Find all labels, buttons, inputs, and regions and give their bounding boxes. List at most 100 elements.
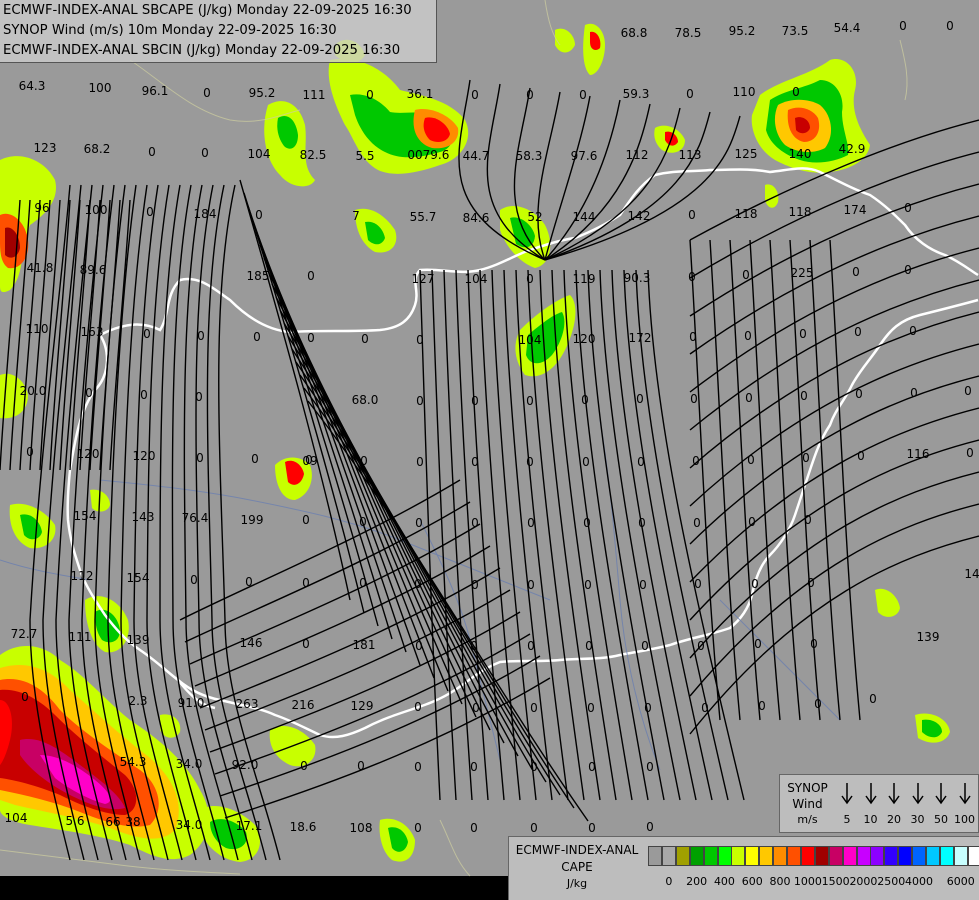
map-value-label: 0 <box>910 386 918 400</box>
map-value-label: 0 <box>688 208 696 222</box>
cape-color-swatch <box>912 846 927 866</box>
cape-color-swatch <box>661 846 676 866</box>
map-value-label: 58.3 <box>516 149 543 163</box>
map-value-label: 0 <box>415 516 423 530</box>
map-value-label: 34.0 <box>176 757 203 771</box>
map-value-label: 0 <box>579 88 587 102</box>
map-value-label: 0 <box>302 637 310 651</box>
map-value-label: 0 <box>583 516 591 530</box>
wind-arrow-icon <box>841 783 853 805</box>
map-value-label: 0 <box>855 387 863 401</box>
map-value-label: 181 <box>353 638 376 652</box>
map-value-label: 111 <box>303 88 326 102</box>
map-value-label: 0 <box>588 760 596 774</box>
wind-arrow-icon <box>864 783 877 805</box>
map-value-label: 73.5 <box>782 24 809 38</box>
title-sbcin: ECMWF-INDEX-ANAL SBCIN (J/kg) Monday 22-… <box>3 43 401 58</box>
map-value-label: 185 <box>247 269 270 283</box>
map-value-label: 0 <box>692 454 700 468</box>
title-box: ECMWF-INDEX-ANAL SBCAPE (J/kg) Monday 22… <box>0 0 437 63</box>
map-value-label: 0 <box>195 390 203 404</box>
map-value-label: 0 <box>639 578 647 592</box>
map-value-label: 82.5 <box>300 148 327 162</box>
map-value-label: 89.6 <box>80 263 107 277</box>
map-value-label: 0 <box>526 394 534 408</box>
map-value-label: 154 <box>74 509 97 523</box>
cape-color-swatch <box>828 846 843 866</box>
map-value-label: 66 <box>105 815 120 829</box>
cape-tick-label: 6000 <box>946 875 975 888</box>
map-value-label: 0 <box>686 87 694 101</box>
map-value-label: 0 <box>758 699 766 713</box>
map-value-label: 0 <box>909 324 917 338</box>
map-value-label: 0 <box>748 515 756 529</box>
cape-tick-label: 0 <box>665 875 673 888</box>
map-value-label: 09 <box>302 454 317 468</box>
cape-legend-unit: J/kg <box>566 877 588 890</box>
map-value-label: 0 <box>854 325 862 339</box>
map-value-label: 0 <box>471 88 479 102</box>
synop-legend-title: SYNOP <box>787 781 828 795</box>
map-value-label: 0 <box>792 85 800 99</box>
map-value-label: 111 <box>69 630 92 644</box>
map-value-label: 110 <box>26 322 49 336</box>
map-value-label: 0 <box>852 265 860 279</box>
map-value-label: 38 <box>125 815 140 829</box>
map-value-label: 78.5 <box>675 26 702 40</box>
map-value-label: 112 <box>626 148 649 162</box>
map-canvas[interactable]: 64.3 100 96.1 0 95.2 111 0 36.1 0 0 068.8 78.5 95.2 7… <box>0 0 979 900</box>
map-value-label: 34.0 <box>176 818 203 832</box>
synop-wind-legend: SYNOP Wind m/s 5 10 20 30 50 100 <box>779 774 979 833</box>
map-value-label: 0 <box>360 454 368 468</box>
cape-color-swatch <box>898 846 913 866</box>
map-view[interactable]: 64.3 100 96.1 0 95.2 111 0 36.1 0 0 0 68.8 78.5 95.2 7… <box>0 0 979 900</box>
cape-color-swatch <box>731 846 746 866</box>
map-value-label: 96 <box>34 201 49 215</box>
map-value-label: 76.4 <box>182 511 209 525</box>
map-value-label: 172 <box>629 331 652 345</box>
map-value-label: 68.2 <box>84 142 111 156</box>
map-value-label: 0 <box>694 577 702 591</box>
map-value-label: 0 <box>359 576 367 590</box>
title-sbcape: ECMWF-INDEX-ANAL SBCAPE (J/kg) Monday 22… <box>3 3 412 18</box>
map-value-label: 0 <box>742 268 750 282</box>
map-value-label: 0 <box>527 578 535 592</box>
map-value-label: 0 <box>802 451 810 465</box>
map-value-label: 263 <box>236 697 259 711</box>
map-value-label: 0 <box>190 573 198 587</box>
synop-speed-label: 100 <box>954 813 975 826</box>
map-value-label: 120 <box>133 449 156 463</box>
cape-legend-subtitle: CAPE <box>561 860 593 874</box>
cape-color-swatch <box>689 846 704 866</box>
cape-color-swatch <box>953 846 968 866</box>
map-value-label: 0 <box>689 330 697 344</box>
map-value-label: 0 <box>638 516 646 530</box>
map-value-label: 68.8 <box>621 26 648 40</box>
map-value-label: 72.7 <box>11 627 38 641</box>
map-value-label: 0 <box>644 701 652 715</box>
map-value-label: 0 <box>904 201 912 215</box>
map-value-label: 0 <box>646 820 654 834</box>
map-value-label: 0 <box>526 455 534 469</box>
map-value-label: 0 <box>471 394 479 408</box>
map-value-label: 0 <box>587 701 595 715</box>
map-value-label: 216 <box>292 698 315 712</box>
cape-tick-label: 600 <box>741 875 763 888</box>
map-value-label: 0 <box>799 327 807 341</box>
map-value-label: 119 <box>573 272 596 286</box>
synop-speed-label: 5 <box>843 813 851 826</box>
map-value-label: 0 <box>140 388 148 402</box>
map-value-label: 59.3 <box>623 87 650 101</box>
map-value-label: 0 <box>21 690 29 704</box>
map-value-label: 0 <box>359 515 367 529</box>
map-value-label: 139 <box>127 633 150 647</box>
map-value-label: 20.0 <box>20 384 47 398</box>
map-value-label: 0 <box>470 639 478 653</box>
map-value-label: 0 <box>904 263 912 277</box>
map-value-label: 0 <box>744 329 752 343</box>
map-value-label: 100 <box>85 203 108 217</box>
map-value-label: 0 <box>584 578 592 592</box>
cape-color-swatch <box>703 846 718 866</box>
map-value-label: 44.7 <box>463 149 490 163</box>
cape-color-swatch <box>884 846 899 866</box>
